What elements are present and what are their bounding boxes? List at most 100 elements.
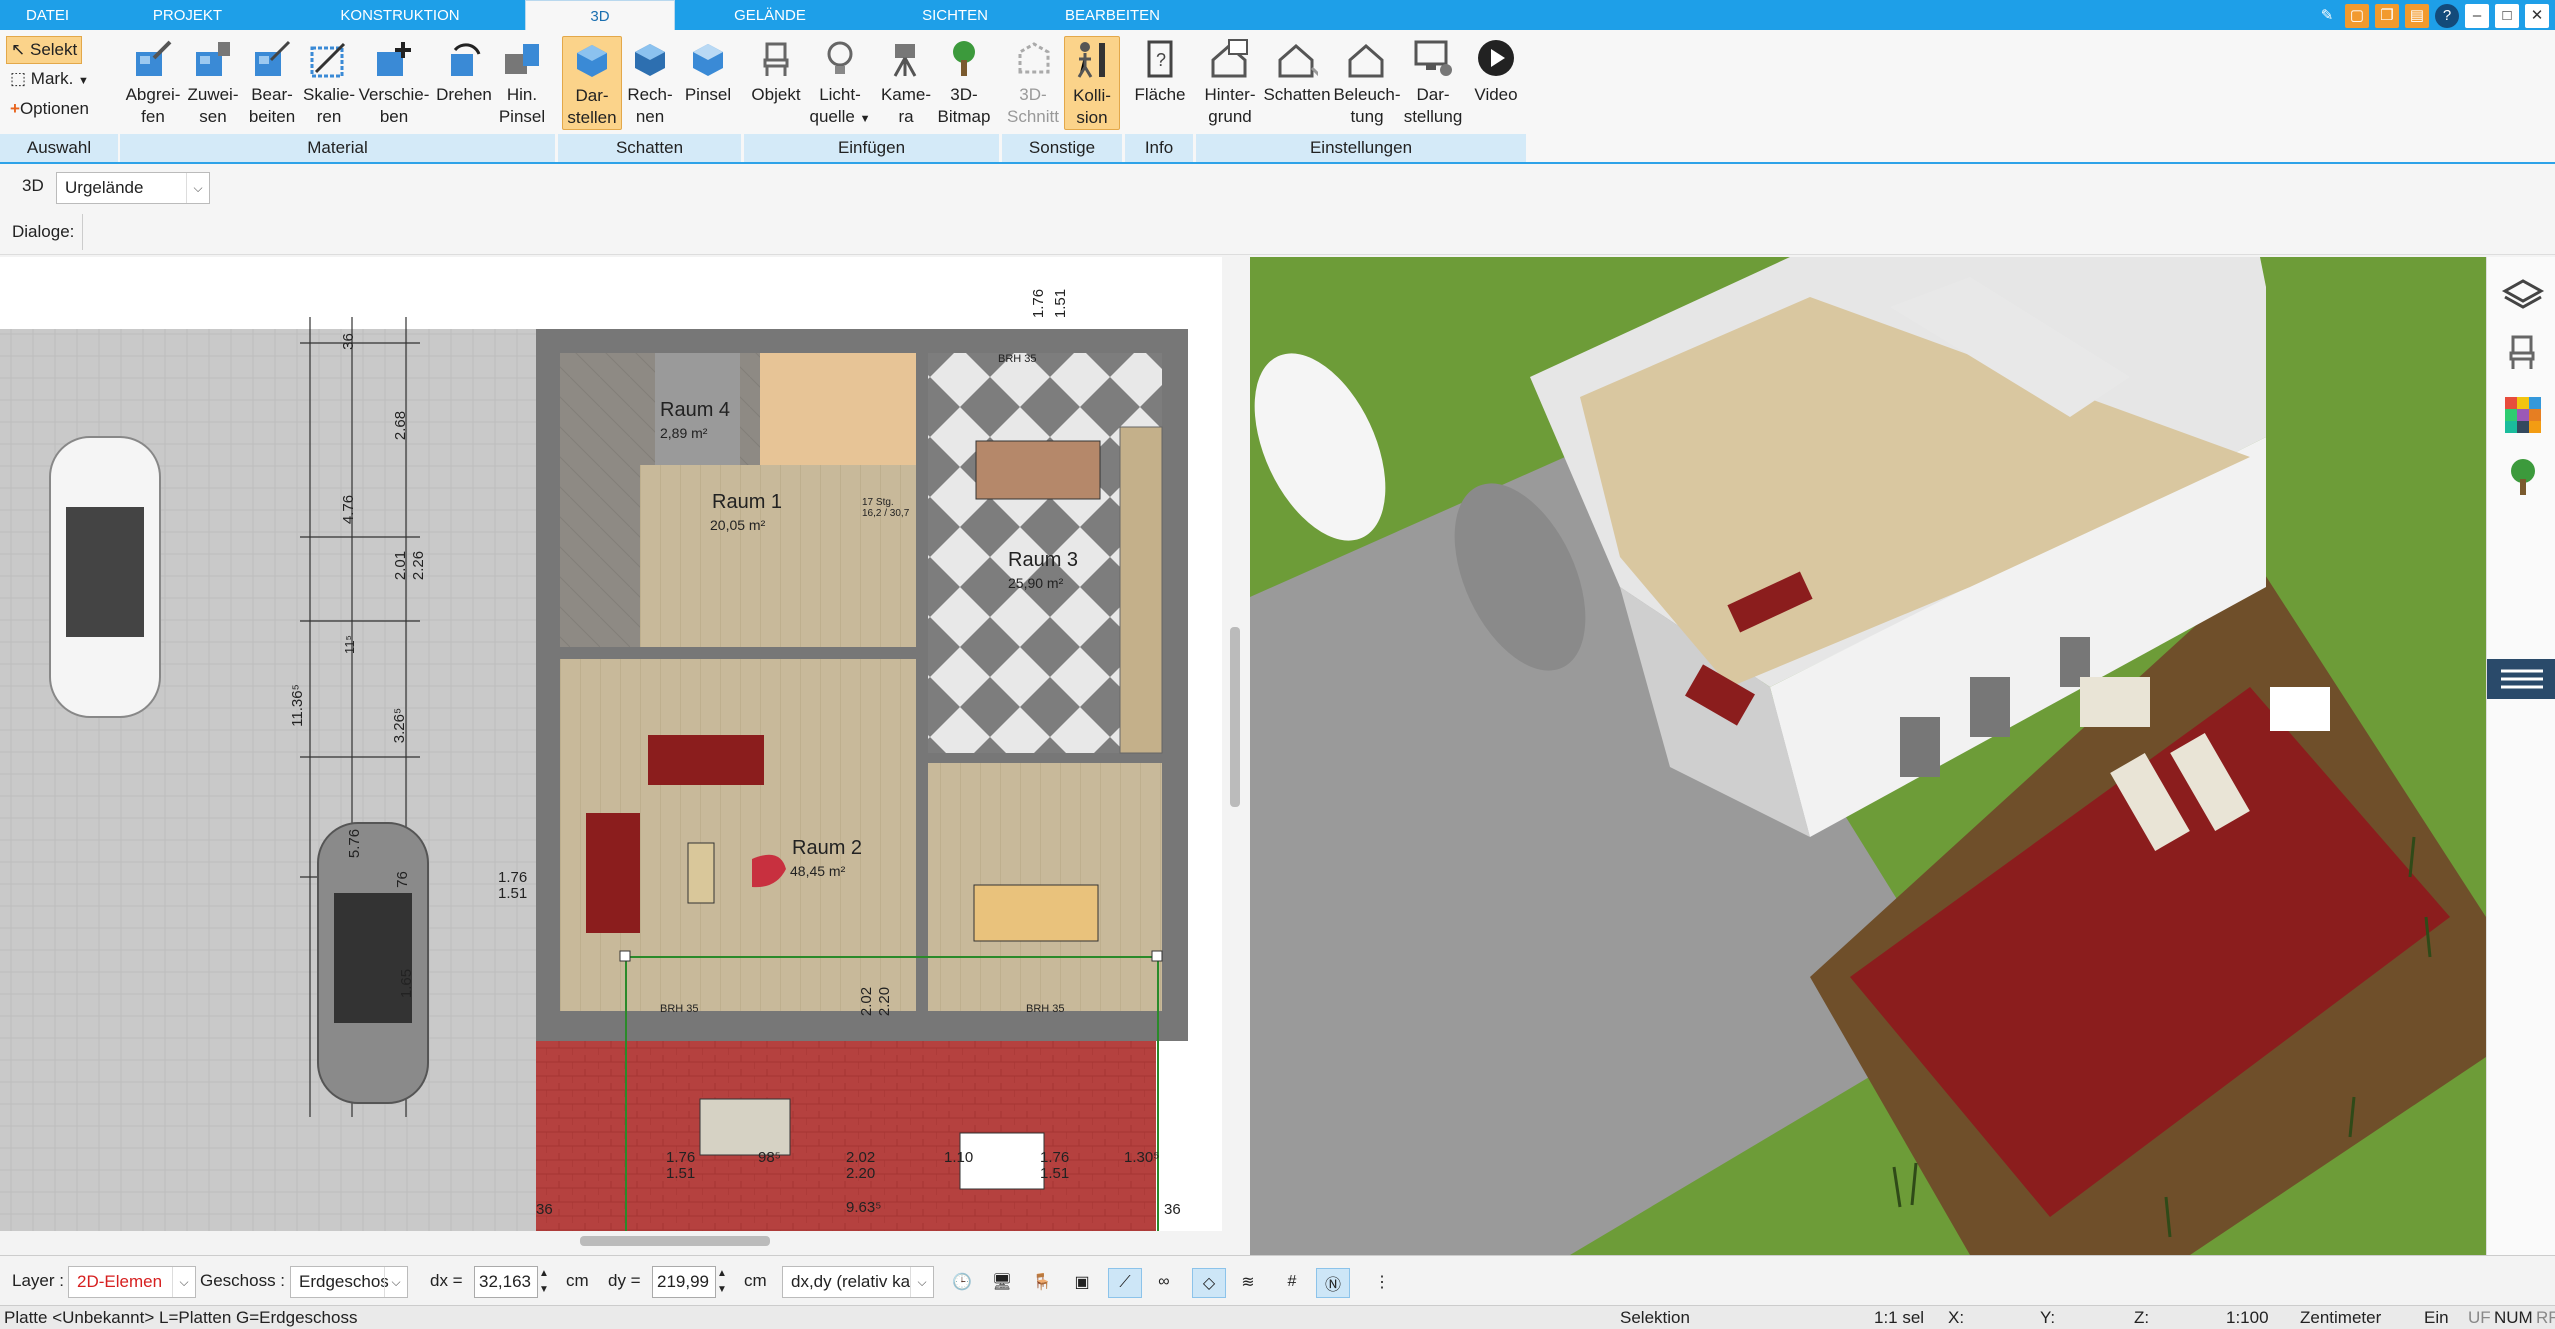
north-icon[interactable]: Ⓝ (1316, 1268, 1350, 1298)
verschieben-button[interactable]: Verschie- ben (358, 36, 430, 128)
chevron-down-icon[interactable]: ▼ (714, 1282, 730, 1298)
chevron-up-icon[interactable]: ▲ (714, 1266, 730, 1282)
chair-icon[interactable] (2501, 331, 2545, 375)
tab-gelaende[interactable]: GELÄNDE (690, 0, 850, 30)
dim-11: 11⁵ (341, 635, 357, 654)
zuweisen-button[interactable]: Zuwei- sen (183, 36, 243, 128)
kamera-button[interactable]: Kame- ra (874, 36, 938, 128)
dx-input[interactable]: 32,163 (474, 1266, 538, 1298)
dim-1136: 11.36⁵ (288, 684, 306, 727)
darstellung-button[interactable]: Dar- stellung (1400, 36, 1466, 128)
hintergrund-button[interactable]: Hinter- grund (1198, 36, 1262, 128)
status-rf: RF (2536, 1308, 2555, 1327)
schatten-button[interactable]: Schatten (1262, 36, 1332, 106)
ribbon-tab-bar: DATEI PROJEKT KONSTRUKTION 3D GELÄNDE SI… (0, 0, 2555, 33)
select-button[interactable]: ↖ Selekt (6, 36, 83, 64)
rotate-icon (440, 36, 488, 82)
layer-select[interactable]: 2D-Elemen ⌵ (68, 1266, 196, 1298)
tab-3d[interactable]: 3D (525, 0, 675, 33)
plus-icon: + (10, 99, 20, 118)
drehen-button[interactable]: Drehen (431, 36, 497, 106)
stairs-note: 17 Stg. 16,2 / 30,7 (862, 497, 910, 519)
3d-view[interactable] (1250, 257, 2486, 1255)
lichtquelle-button[interactable]: Licht- quelle ▼ (808, 36, 872, 130)
restore-icon[interactable]: ❐ (2375, 4, 2399, 28)
abgreifen-button[interactable]: Abgrei- fen (120, 36, 186, 128)
grid-icon[interactable]: # (1276, 1268, 1308, 1296)
status-ein: Ein (2424, 1308, 2449, 1327)
stamp-icon[interactable]: ▣ (1066, 1268, 1098, 1296)
link-icon[interactable]: ∞ (1148, 1268, 1180, 1296)
window-icon[interactable]: ▢ (2345, 4, 2369, 28)
material-palette-icon[interactable] (2501, 393, 2545, 437)
bitmap3d-button[interactable]: 3D- Bitmap (932, 36, 996, 128)
rechnen-button[interactable]: Rech- nen (620, 36, 680, 128)
maximize-icon[interactable]: □ (2495, 4, 2519, 28)
hin-pinsel-button[interactable]: Hin. Pinsel (495, 36, 549, 128)
status-x: X: (1948, 1308, 1965, 1327)
coord-mode-select[interactable]: dx,dy (relativ ka ⌵ (782, 1266, 934, 1298)
tile-icon[interactable]: ▤ (2405, 4, 2429, 28)
room-4-label[interactable]: Raum 4 (660, 399, 730, 422)
tab-projekt[interactable]: PROJEKT (115, 0, 260, 30)
snap-line-icon[interactable]: ⟋ (1108, 1268, 1142, 1298)
status-uf: UF (2468, 1308, 2491, 1327)
schnitt3d-button[interactable]: 3D- Schnitt (1004, 36, 1062, 128)
chair-small-icon[interactable]: 🪑 (1026, 1268, 1058, 1296)
tree-icon[interactable] (2501, 455, 2545, 499)
more-icon[interactable]: ⋮ (1366, 1268, 1398, 1296)
minimize-icon[interactable]: – (2465, 4, 2489, 28)
objekt-button[interactable]: Objekt (746, 36, 806, 106)
room-3-label[interactable]: Raum 3 (1008, 549, 1078, 572)
terrain-select[interactable]: Urgelände ⌵ (56, 172, 210, 204)
geschoss-select[interactable]: Erdgeschos ⌵ (290, 1266, 408, 1298)
kollision-button[interactable]: Kolli- sion (1064, 36, 1120, 130)
layers-small-icon[interactable]: ≋ (1232, 1268, 1264, 1296)
chevron-down-icon[interactable]: ▼ (536, 1282, 552, 1298)
dim-36: 36 (339, 333, 357, 350)
dx-stepper[interactable]: ▲ ▼ (536, 1266, 552, 1298)
tab-datei[interactable]: DATEI (0, 0, 95, 30)
beleuchtung-button[interactable]: Beleuch- tung (1330, 36, 1404, 128)
dy-stepper[interactable]: ▲ ▼ (714, 1266, 730, 1298)
tab-konstruktion[interactable]: KONSTRUKTION (300, 0, 500, 30)
tab-sichten[interactable]: SICHTEN (880, 0, 1030, 30)
separator (82, 214, 83, 250)
clock-icon[interactable]: 🕒 (946, 1268, 978, 1296)
dx-unit: cm (566, 1271, 589, 1290)
status-scale: 1:100 (2226, 1308, 2269, 1327)
lit-house-icon (1343, 36, 1391, 82)
layer-label: Layer : (12, 1271, 64, 1290)
vertical-scrollbar[interactable] (1230, 627, 1240, 807)
screen-icon[interactable]: 🖥 (986, 1268, 1018, 1296)
pinsel-button[interactable]: Pinsel (680, 36, 736, 106)
dy-input[interactable]: 219,99 (652, 1266, 716, 1298)
mark-button[interactable]: ⬚ Mark. ▼ (6, 66, 93, 92)
floor-plan-view[interactable]: Raum 4 2,89 m² Raum 1 20,05 m² 17 Stg. 1… (0, 257, 1222, 1231)
room-1-label[interactable]: Raum 1 (712, 491, 782, 514)
darstellen-button[interactable]: Dar- stellen (562, 36, 622, 130)
panel-splitter[interactable] (1222, 257, 1250, 1255)
tab-bearbeiten[interactable]: BEARBEITEN (1040, 0, 1185, 30)
flaeche-button[interactable]: ? Fläche (1128, 36, 1192, 106)
layers-icon[interactable] (2501, 269, 2545, 313)
car-white[interactable] (40, 427, 170, 727)
dim-110: 1.10 (944, 1149, 974, 1166)
horizontal-scrollbar[interactable] (580, 1236, 770, 1246)
group-einstellungen: Einstellungen (1196, 134, 1526, 162)
tools-icon[interactable]: ✎ (2315, 4, 2339, 28)
options-button[interactable]: +Optionen (6, 96, 93, 122)
mark-icon: ⬚ (10, 69, 27, 88)
plane-icon[interactable]: ◇ (1192, 1268, 1226, 1298)
chevron-up-icon[interactable]: ▲ (536, 1266, 552, 1282)
help-icon[interactable]: ? (2435, 4, 2459, 28)
car-grey[interactable] (308, 813, 438, 1113)
chair-icon (752, 36, 800, 82)
sidebar-collapse-button[interactable] (2487, 659, 2555, 699)
skalieren-button[interactable]: Skalie- ren (297, 36, 361, 128)
bearbeiten-button[interactable]: Bear- beiten (242, 36, 302, 128)
video-button[interactable]: Video (1468, 36, 1524, 106)
cursor-icon: ↖ (11, 40, 26, 59)
room-2-label[interactable]: Raum 2 (792, 837, 862, 860)
close-icon[interactable]: ✕ (2525, 4, 2549, 28)
